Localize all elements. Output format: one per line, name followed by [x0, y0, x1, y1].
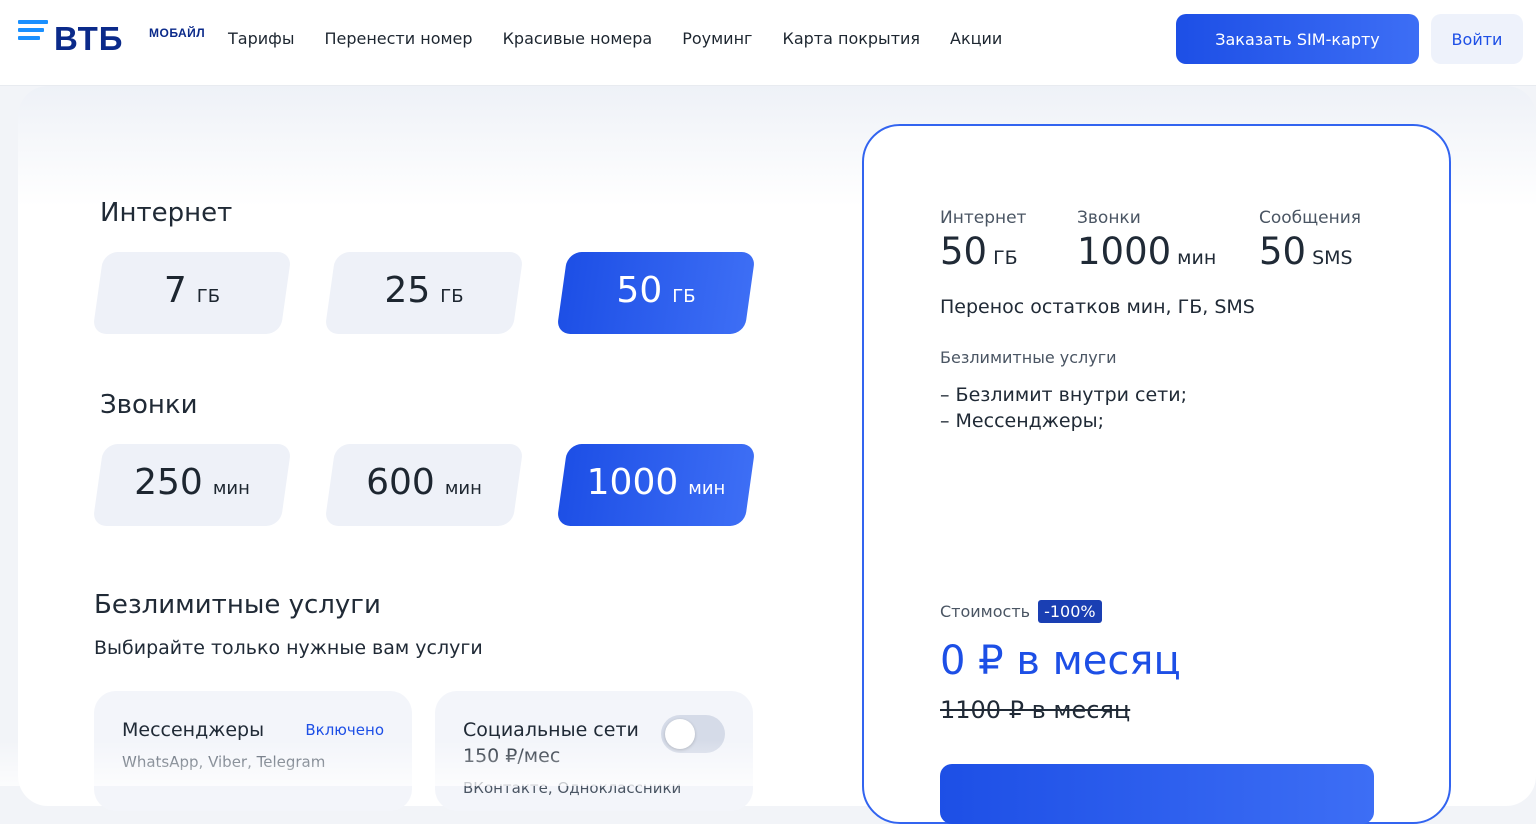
summary-sms-unit: SMS	[1312, 247, 1353, 269]
summary-calls: Звонки 1000 мин	[1077, 208, 1216, 273]
logo-brand: ВТБ	[54, 20, 124, 57]
tariff-summary-card: Интернет 50 ГБ Звонки 1000 мин Сообщения 5…	[862, 124, 1451, 824]
summary-sms: Сообщения 50 SMS	[1259, 208, 1361, 273]
order-sim-button[interactable]: Заказать SIM-карту	[1176, 14, 1419, 64]
internet-option-7[interactable]: 7 ГБ	[92, 252, 292, 334]
unlimited-title: Безлимитные услуги	[94, 590, 381, 620]
internet-option-50[interactable]: 50 ГБ	[556, 252, 756, 334]
nav-beautiful-numbers[interactable]: Красивые номера	[503, 29, 653, 48]
calls-option-1000[interactable]: 1000 мин	[556, 444, 756, 526]
option-value: 1000	[586, 462, 679, 503]
cost-row: Стоимость -100%	[940, 600, 1102, 623]
option-unit: ГБ	[672, 286, 696, 307]
summary-sms-value: 50	[1259, 230, 1307, 273]
service-status: Включено	[305, 721, 384, 739]
service-desc: ВКонтакте, Одноклассники	[463, 779, 682, 797]
vtb-logo[interactable]: ВТБ МОБАЙЛ	[18, 18, 208, 62]
summary-unlimited-item: – Мессенджеры;	[940, 410, 1105, 432]
service-card-messengers[interactable]: Мессенджеры Включено WhatsApp, Viber, Te…	[94, 691, 412, 811]
option-unit: ГБ	[196, 286, 221, 307]
option-unit: ГБ	[440, 286, 464, 307]
summary-sms-label: Сообщения	[1259, 208, 1362, 228]
summary-calls-unit: мин	[1177, 247, 1217, 269]
summary-internet: Интернет 50 ГБ	[940, 208, 1026, 273]
connect-button[interactable]	[940, 764, 1374, 824]
cost-label: Стоимость	[940, 602, 1031, 621]
service-title: Мессенджеры	[122, 719, 265, 741]
nav-tariffs[interactable]: Тарифы	[228, 29, 294, 48]
option-value: 25	[384, 270, 431, 311]
service-card-social[interactable]: Социальные сети 150 ₽/мес ВКонтакте, Одн…	[435, 691, 753, 811]
current-price: 0 ₽ в месяц	[940, 638, 1181, 684]
internet-title: Интернет	[100, 198, 233, 228]
nav-transfer-number[interactable]: Перенести номер	[324, 29, 472, 48]
summary-internet-label: Интернет	[940, 208, 1027, 228]
service-price: 150 ₽/мес	[463, 745, 561, 767]
summary-internet-value: 50	[940, 230, 988, 273]
service-title: Социальные сети	[463, 719, 639, 741]
service-desc: WhatsApp, Viber, Telegram	[122, 753, 326, 771]
option-unit: мин	[444, 478, 482, 499]
login-button[interactable]: Войти	[1431, 14, 1523, 64]
calls-option-250[interactable]: 250 мин	[92, 444, 292, 526]
summary-calls-value: 1000	[1077, 230, 1172, 273]
summary-unlimited-label: Безлимитные услуги	[940, 348, 1117, 367]
nav-promotions[interactable]: Акции	[950, 29, 1002, 48]
option-value: 7	[163, 270, 187, 311]
summary-internet-unit: ГБ	[993, 247, 1018, 269]
nav-coverage-map[interactable]: Карта покрытия	[782, 29, 920, 48]
internet-option-25[interactable]: 25 ГБ	[324, 252, 524, 334]
header: ВТБ МОБАЙЛ Тарифы Перенести номер Красив…	[0, 0, 1536, 86]
discount-badge: -100%	[1038, 600, 1102, 623]
calls-title: Звонки	[100, 390, 198, 420]
summary-calls-label: Звонки	[1077, 208, 1141, 228]
social-toggle[interactable]	[661, 715, 725, 753]
unlimited-subtitle: Выбирайте только нужные вам услуги	[94, 637, 483, 659]
calls-option-600[interactable]: 600 мин	[324, 444, 524, 526]
logo-bars-icon	[18, 20, 48, 44]
nav-roaming[interactable]: Роуминг	[682, 29, 752, 48]
old-price: 1100 ₽ в месяц	[940, 696, 1131, 724]
option-unit: мин	[212, 478, 250, 499]
option-value: 50	[616, 270, 663, 311]
toggle-knob	[665, 719, 695, 749]
summary-transfer: Перенос остатков мин, ГБ, SMS	[940, 296, 1255, 318]
summary-unlimited-list: – Безлимит внутри сети; – Мессенджеры;	[940, 382, 1187, 434]
option-value: 250	[134, 462, 203, 503]
option-value: 600	[366, 462, 435, 503]
summary-unlimited-item: – Безлимит внутри сети;	[940, 384, 1187, 406]
main-nav: Тарифы Перенести номер Красивые номера Р…	[228, 29, 1002, 48]
logo-sub: МОБАЙЛ	[149, 26, 206, 40]
option-unit: мин	[688, 478, 726, 499]
